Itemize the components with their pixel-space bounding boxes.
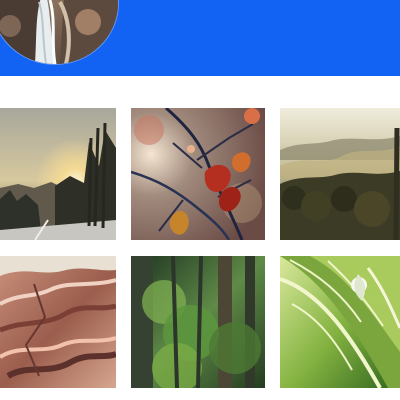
photo-tile-red-rocks[interactable] [0, 256, 116, 388]
misty-valley-image [280, 108, 400, 240]
red-leaves-image [131, 108, 265, 240]
photo-tile-misty-valley[interactable] [280, 108, 400, 240]
photo-tile-sunset-road[interactable] [0, 108, 116, 240]
photo-profile-page [0, 0, 400, 400]
photo-tile-red-leaves[interactable] [131, 108, 265, 240]
waterfall-avatar-image [0, 0, 118, 64]
photo-tile-green-forest[interactable] [131, 256, 265, 388]
green-forest-image [131, 256, 265, 388]
profile-header [0, 0, 400, 76]
sunset-road-image [0, 108, 116, 240]
green-leaf-image [280, 256, 400, 388]
profile-avatar[interactable] [0, 0, 118, 64]
photo-tile-green-leaf[interactable] [280, 256, 400, 388]
red-rocks-image [0, 256, 116, 388]
